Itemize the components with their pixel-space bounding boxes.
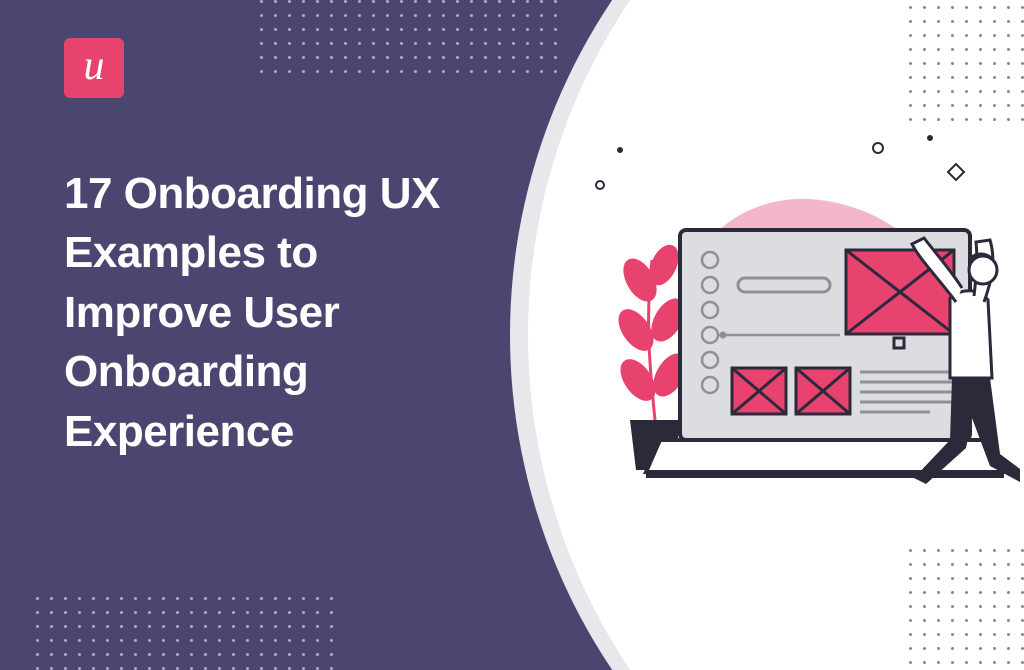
brand-logo: u <box>64 38 124 98</box>
dot-grid-decor <box>36 597 333 670</box>
dot-grid-decor <box>260 0 557 73</box>
hero-banner: u 17 Onboarding UX Examples to Improve U… <box>0 0 1024 670</box>
dot-grid-decor <box>909 549 1024 670</box>
brand-logo-letter: u <box>84 45 105 87</box>
page-title: 17 Onboarding UX Examples to Improve Use… <box>64 164 484 461</box>
wireframe-laptop-illustration <box>560 120 1020 540</box>
dot-grid-decor <box>909 0 1024 121</box>
sparkle-decor <box>596 136 964 189</box>
